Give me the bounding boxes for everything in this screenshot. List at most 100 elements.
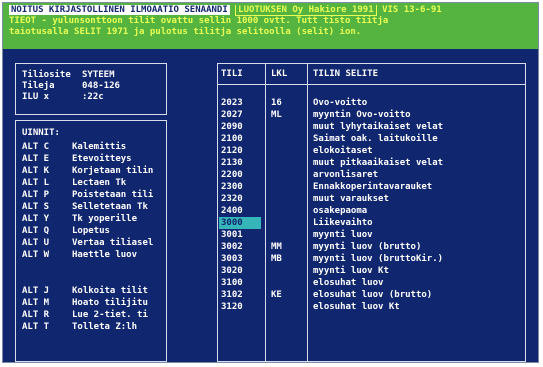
table-row[interactable]: 2400 osakepaoma bbox=[218, 205, 525, 217]
info-banner: NOITUS KIRJASTOLLINEN ILMOAATIO SENAANDI… bbox=[3, 3, 538, 49]
cell-selite: myynti luov (bruttoKir.) bbox=[313, 254, 444, 264]
menu-item-label: Korjetaan tilin bbox=[72, 166, 154, 176]
table-row[interactable]: 2120 elokoitaset bbox=[218, 145, 525, 157]
info-row-tiliosite: Tiliosite SYTEEM bbox=[22, 70, 115, 80]
menu-item-label: Kolkoita tilit bbox=[72, 286, 148, 296]
menu-item[interactable]: ALT L Lectaen Tk bbox=[22, 177, 160, 189]
cell-selite: Ovo-voitto bbox=[313, 98, 368, 108]
menu-item[interactable]: ALT Q Lopetus bbox=[22, 225, 160, 237]
menu-item-label: Tolleta Z:lh bbox=[72, 322, 138, 332]
menu-item-label: Tk yoperille bbox=[72, 214, 138, 224]
banner-line-1: NOITUS KIRJASTOLLINEN ILMOAATIO SENAANDI… bbox=[9, 5, 532, 16]
table-row[interactable]: 2023 16 Ovo-voitto bbox=[218, 97, 525, 109]
menu-item-label: Hoato tilijitu bbox=[72, 298, 148, 308]
column-header-lkl: LKL bbox=[271, 69, 288, 79]
table-row[interactable]: 3100 elosuhat luov bbox=[218, 277, 525, 289]
menu-group-2: ALT J Kolkoita tilit ALT M Hoato tilijitu AL… bbox=[22, 285, 160, 333]
banner-line-3: taiotusalla SELIT 1971 ja pulotus tilitj… bbox=[9, 27, 362, 37]
app-title: NOITUS KIRJASTOLLINEN ILMOAATIO SENAANDI bbox=[9, 5, 230, 15]
table-row[interactable]: 3001 myynti luov bbox=[218, 229, 525, 241]
account-table: TILI LKL TILIN SELITE 2023 16 Ovo-voitto 20… bbox=[217, 63, 526, 362]
banner-line-2: TIEOT - yulunsonttoon tilit ovattu selli… bbox=[9, 16, 389, 26]
table-row[interactable]: 2300 Ennakkoperintavarauket bbox=[218, 181, 525, 193]
cell-selite: myynti luov (brutto) bbox=[313, 242, 422, 252]
cell-tili: 2090 bbox=[221, 122, 243, 132]
table-row[interactable]: 2090 muut lyhytaikaiset velat bbox=[218, 121, 525, 133]
cell-tili: 2120 bbox=[221, 146, 243, 156]
cell-tili: 3001 bbox=[221, 230, 243, 240]
menu-group-1: ALT C Kalemittis ALT E Etevoitteys ALT K Korj… bbox=[22, 141, 160, 261]
table-header: TILI LKL TILIN SELITE bbox=[218, 64, 525, 85]
menu-item[interactable]: ALT C Kalemittis bbox=[22, 141, 160, 153]
table-row[interactable]: 2100 Saimat oak. laitukoille bbox=[218, 133, 525, 145]
menu-item-key: ALT T bbox=[22, 322, 50, 332]
menu-item[interactable]: ALT P Poistetaan tili bbox=[22, 189, 160, 201]
menu-item[interactable]: ALT M Hoato tilijitu bbox=[22, 297, 160, 309]
table-body: 2023 16 Ovo-voitto 2027 ML myyntin Ovo-voitto… bbox=[218, 97, 525, 313]
cell-tili: 2200 bbox=[221, 170, 243, 180]
menu-item[interactable]: ALT S Selletetaan Tk bbox=[22, 201, 160, 213]
menu-item[interactable]: ALT R Lue 2-tiet. ti bbox=[22, 309, 160, 321]
table-row[interactable]: 2027 ML myyntin Ovo-voitto bbox=[218, 109, 525, 121]
menu-item-key: ALT Q bbox=[22, 226, 50, 236]
menu-item-label: Vertaa tiliasel bbox=[72, 238, 154, 248]
vendor-label: LUOTUKSEN Oy Hakiore 1991 bbox=[235, 5, 377, 16]
cell-tili: 3000 bbox=[219, 217, 261, 229]
menu-item-key: ALT M bbox=[22, 298, 50, 308]
cell-tili: 2300 bbox=[221, 182, 243, 192]
table-row[interactable]: 3120 elosuhat luov Kt bbox=[218, 301, 525, 313]
menu-item-label: Kalemittis bbox=[72, 142, 127, 152]
table-row[interactable]: 2200 arvonlisaret bbox=[218, 169, 525, 181]
cell-selite: arvonlisaret bbox=[313, 170, 379, 180]
cell-tili: 3003 bbox=[221, 254, 243, 264]
menu-item-key: ALT U bbox=[22, 238, 50, 248]
menu-item[interactable]: ALT W Haettle luov bbox=[22, 249, 160, 261]
cell-selite: Liikevaihto bbox=[313, 218, 373, 228]
menu-item-label: Haettle luov bbox=[72, 250, 138, 260]
menu-item[interactable]: ALT Y Tk yoperille bbox=[22, 213, 160, 225]
table-row[interactable]: 3020 myynti luov Kt bbox=[218, 265, 525, 277]
cell-lkl: ML bbox=[271, 110, 282, 120]
menu-item[interactable]: ALT K Korjetaan tilin bbox=[22, 165, 160, 177]
menu-item-label: Lectaen Tk bbox=[72, 178, 127, 188]
menu-item[interactable]: ALT U Vertaa tiliasel bbox=[22, 237, 160, 249]
cell-tili: 2100 bbox=[221, 134, 243, 144]
menu-item-key: ALT L bbox=[22, 178, 50, 188]
cell-selite: Ennakkoperintavarauket bbox=[313, 182, 433, 192]
menu-item-label: Etevoitteys bbox=[72, 154, 132, 164]
menu-header: UINNIT: bbox=[22, 128, 60, 138]
menu-item-key: ALT C bbox=[22, 142, 50, 152]
menu-item-label: Poistetaan tili bbox=[72, 190, 154, 200]
cell-selite: muut lyhytaikaiset velat bbox=[313, 122, 444, 132]
table-row[interactable]: 3002 MM myynti luov (brutto) bbox=[218, 241, 525, 253]
column-header-selite: TILIN SELITE bbox=[313, 69, 379, 79]
cell-tili: 2130 bbox=[221, 158, 243, 168]
menu-item-label: Lue 2-tiet. ti bbox=[72, 310, 148, 320]
table-row[interactable]: 3003 MB myynti luov (bruttoKir.) bbox=[218, 253, 525, 265]
cell-selite: myynti luov Kt bbox=[313, 266, 389, 276]
table-row-selected[interactable]: 3000 Liikevaihto bbox=[218, 217, 525, 229]
menu-item-label: Selletetaan Tk bbox=[72, 202, 148, 212]
cell-selite: myyntin Ovo-voitto bbox=[313, 110, 411, 120]
cell-tili: 3102 bbox=[221, 290, 243, 300]
cell-selite: myynti luov bbox=[313, 230, 373, 240]
info-row-ilu: ILU x:22c bbox=[22, 92, 104, 102]
cell-lkl: 16 bbox=[271, 98, 282, 108]
menu-item[interactable]: ALT E Etevoitteys bbox=[22, 153, 160, 165]
cell-selite: elokoitaset bbox=[313, 146, 373, 156]
menu-item[interactable]: ALT T Tolleta Z:lh bbox=[22, 321, 160, 333]
cell-lkl: MM bbox=[271, 242, 282, 252]
menu-item-label: Lopetus bbox=[72, 226, 110, 236]
cell-selite: muut pitkaaikaiset velat bbox=[313, 158, 444, 168]
menu-item-key: ALT K bbox=[22, 166, 50, 176]
account-info-panel: Tiliosite SYTEEM Tileja 048-126 ILU x:22c bbox=[15, 63, 167, 115]
menu-item[interactable]: ALT J Kolkoita tilit bbox=[22, 285, 160, 297]
menu-item-key: ALT W bbox=[22, 250, 50, 260]
cell-selite: muut varaukset bbox=[313, 194, 389, 204]
table-row[interactable]: 3102 KE elosuhat luov (brutto) bbox=[218, 289, 525, 301]
menu-item-key: ALT R bbox=[22, 310, 50, 320]
table-row[interactable]: 2320 muut varaukset bbox=[218, 193, 525, 205]
cell-tili: 3100 bbox=[221, 278, 243, 288]
cell-tili: 3020 bbox=[221, 266, 243, 276]
table-row[interactable]: 2130 muut pitkaaikaiset velat bbox=[218, 157, 525, 169]
